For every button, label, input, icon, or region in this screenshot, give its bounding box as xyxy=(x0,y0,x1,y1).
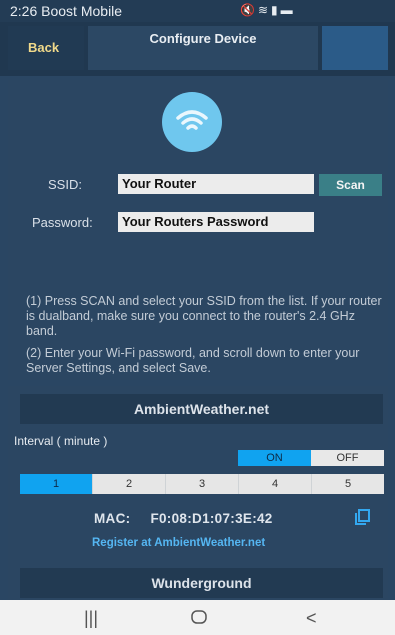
back-button[interactable]: Back xyxy=(8,26,84,70)
password-input[interactable]: Your Routers Password xyxy=(118,212,314,232)
page-title: Configure Device xyxy=(88,26,318,70)
status-bar: 2:26 Boost Mobile 🔇≋▮▬ xyxy=(0,0,395,22)
interval-option-3[interactable]: 3 xyxy=(165,474,238,494)
password-label: Password: xyxy=(32,215,93,230)
wifi-icon: ≋ xyxy=(257,3,272,17)
instruction-step-2: (2) Enter your Wi-Fi password, and scrol… xyxy=(26,346,360,375)
system-navigation-bar: ||| < xyxy=(0,600,395,635)
status-time-carrier: 2:26 Boost Mobile xyxy=(10,3,123,19)
ssid-label: SSID: xyxy=(48,177,82,192)
toggle-on[interactable]: ON xyxy=(238,450,311,466)
header-right-box xyxy=(322,26,388,70)
interval-selector: 1 2 3 4 5 xyxy=(20,474,384,494)
mac-value: F0:08:D1:07:3E:42 xyxy=(150,511,273,526)
interval-option-5[interactable]: 5 xyxy=(311,474,384,494)
ambient-toggle[interactable]: ON OFF xyxy=(238,450,384,466)
mac-label: MAC: xyxy=(94,511,131,526)
ssid-input[interactable]: Your Router xyxy=(118,174,314,194)
home-icon[interactable] xyxy=(190,608,208,631)
toggle-off[interactable]: OFF xyxy=(311,450,384,466)
mac-address: MAC: F0:08:D1:07:3E:42 xyxy=(94,511,273,526)
interval-option-2[interactable]: 2 xyxy=(92,474,165,494)
instruction-step-1: (1) Press SCAN and select your SSID from… xyxy=(26,294,382,338)
scan-button[interactable]: Scan xyxy=(319,174,382,196)
mute-icon: 🔇 xyxy=(240,3,258,17)
recent-apps-icon[interactable]: ||| xyxy=(84,608,98,629)
signal-icon: ▮ xyxy=(271,3,281,17)
register-link[interactable]: Register at AmbientWeather.net xyxy=(92,537,265,549)
back-nav-icon[interactable]: < xyxy=(306,608,317,629)
wifi-icon xyxy=(162,92,222,152)
interval-label: Interval ( minute ) xyxy=(14,434,108,448)
battery-icon: ▬ xyxy=(280,3,296,17)
status-icons: 🔇≋▮▬ xyxy=(240,3,296,17)
interval-option-4[interactable]: 4 xyxy=(238,474,311,494)
interval-option-1[interactable]: 1 xyxy=(20,474,92,494)
ambientweather-header: AmbientWeather.net xyxy=(20,394,383,424)
app-header: Back Configure Device xyxy=(0,22,395,76)
wunderground-header: Wunderground xyxy=(20,568,383,598)
copy-icon[interactable] xyxy=(354,509,370,525)
